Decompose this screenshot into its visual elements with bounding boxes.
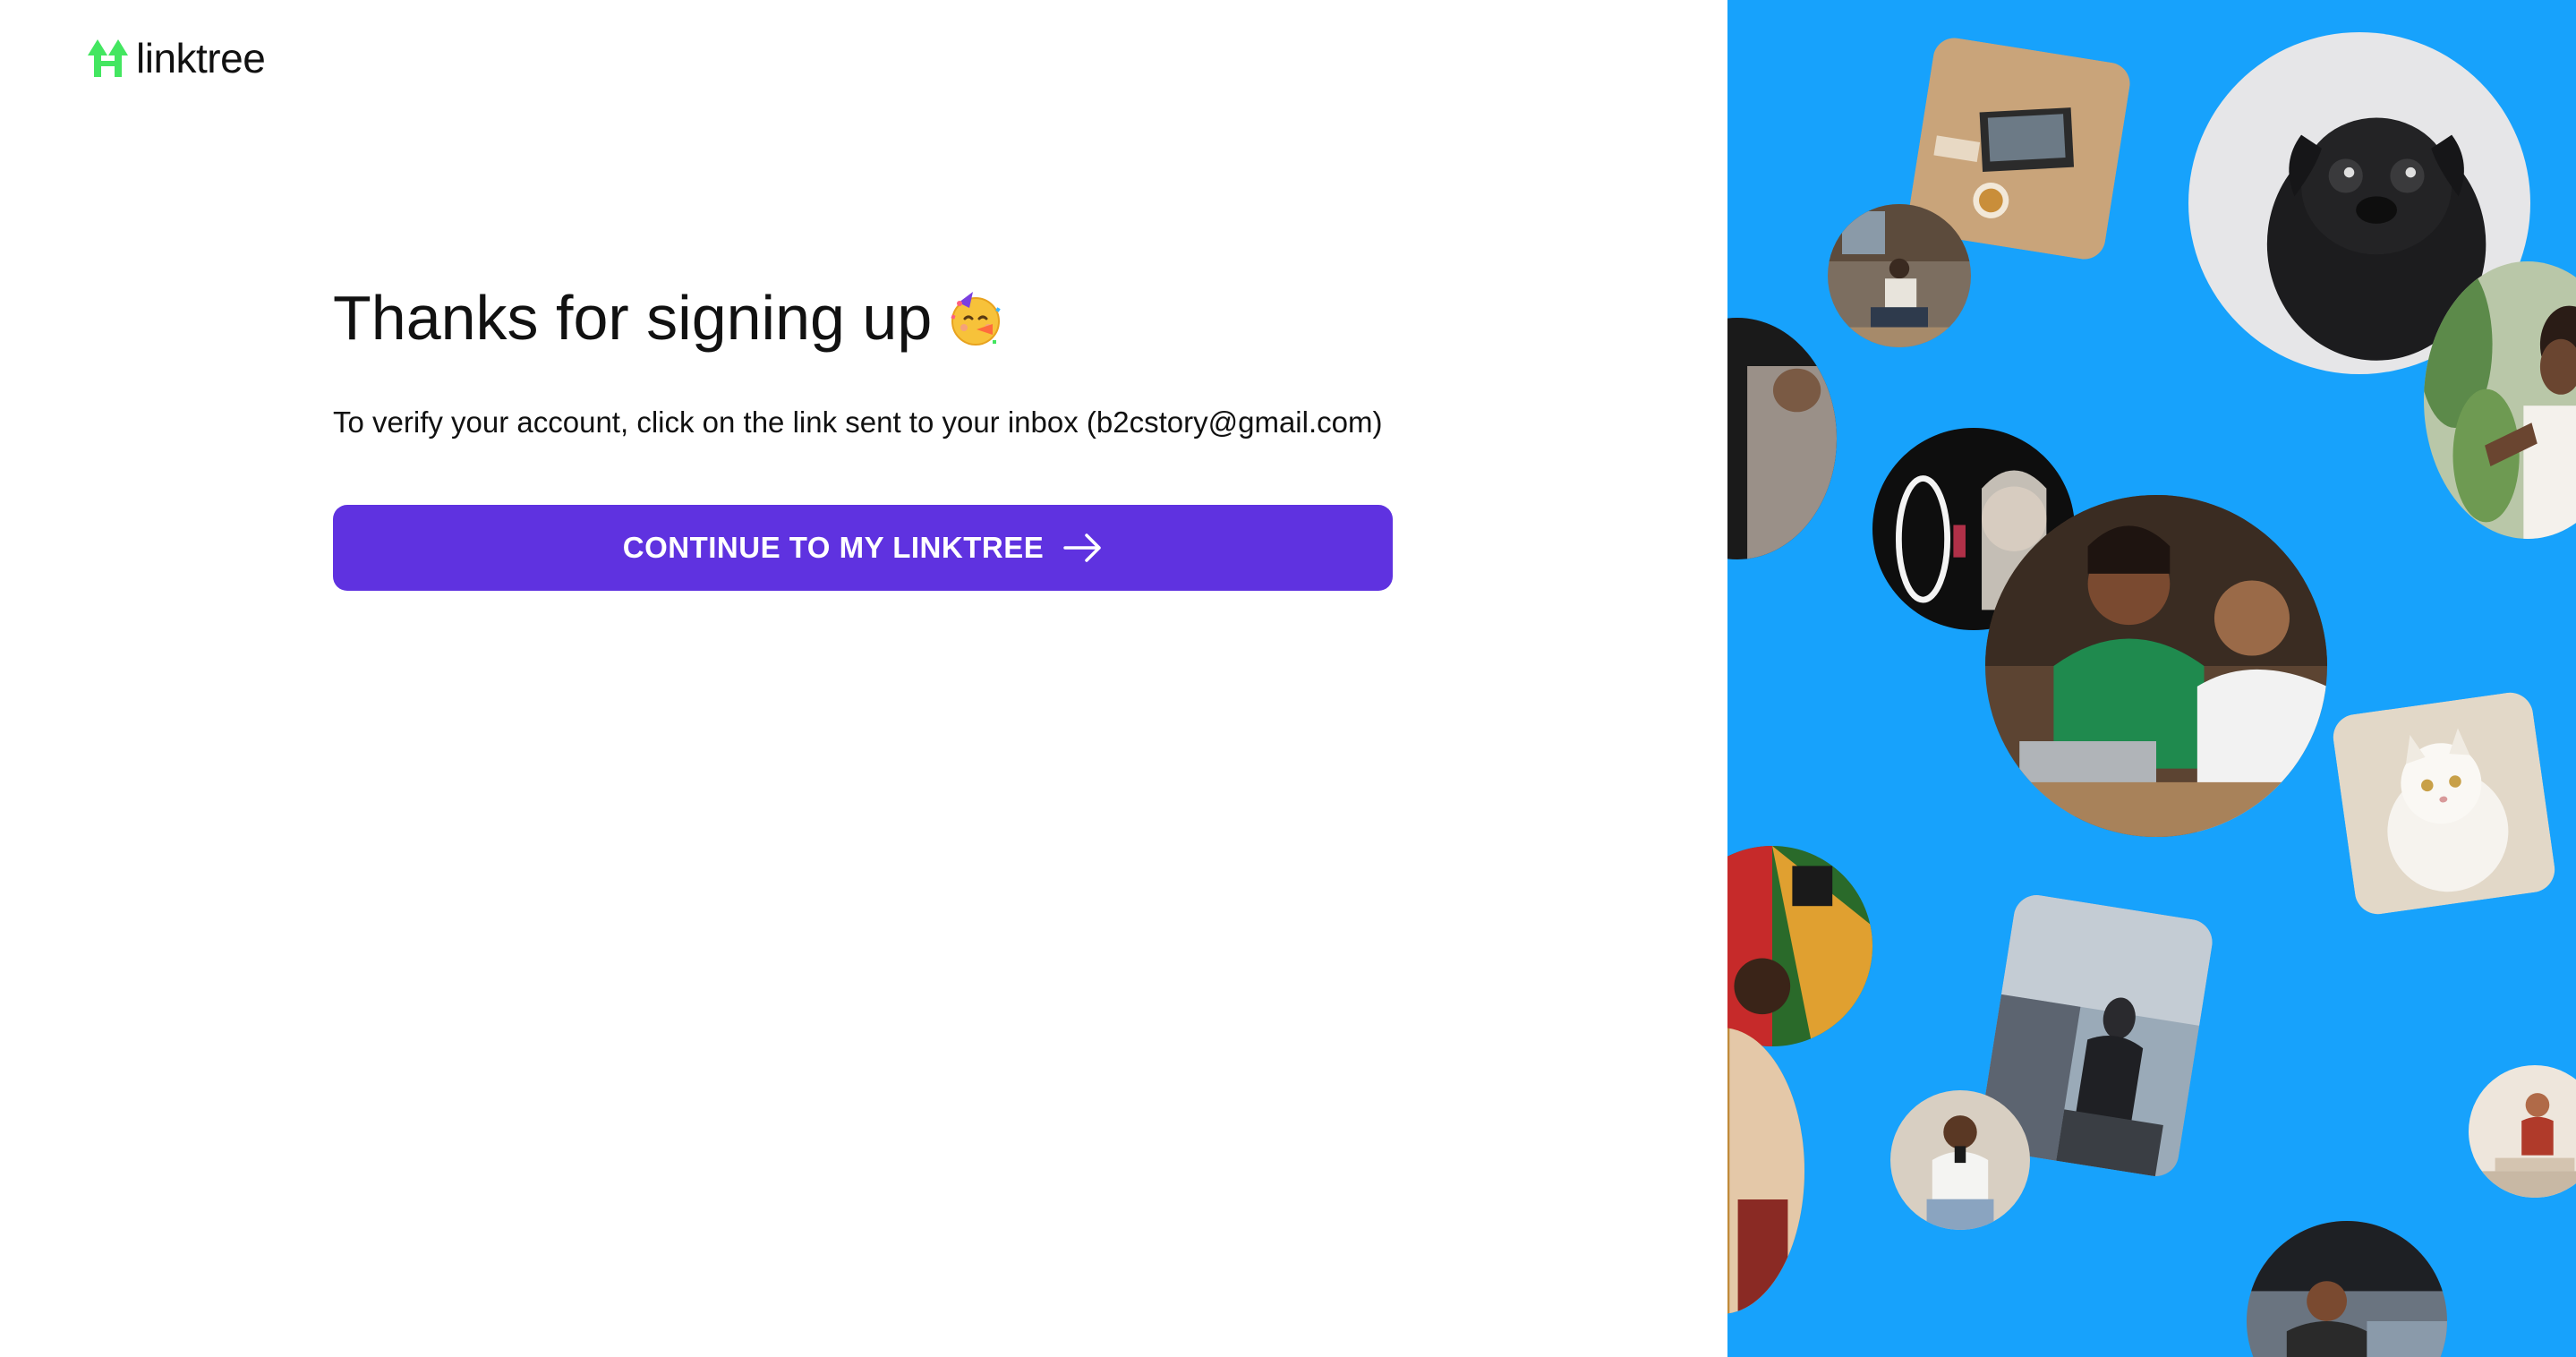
arrow-right-icon <box>1063 533 1101 562</box>
white-cat-photo <box>2330 689 2558 917</box>
partying-face-icon <box>951 292 1002 346</box>
couple-laptop-photo <box>1985 495 2327 837</box>
signup-confirmation-pane: linktree Thanks for signing up To verify… <box>0 0 1727 1357</box>
linktree-logo[interactable]: linktree <box>86 35 266 81</box>
partial-person-photo <box>1727 1028 1804 1314</box>
linktree-tree-icon <box>88 39 128 77</box>
woman-phone-plants-photo <box>2424 261 2576 539</box>
page-title: Thanks for signing up <box>333 277 1005 358</box>
continue-to-linktree-button[interactable]: CONTINUE TO MY LINKTREE <box>333 505 1393 591</box>
partial-portrait-photo <box>1727 318 1837 559</box>
woman-reading-photo <box>1828 204 1971 347</box>
decorative-photo-collage <box>1727 0 2576 1357</box>
continue-button-label: CONTINUE TO MY LINKTREE <box>622 531 1045 564</box>
yoga-woman-photo <box>2469 1065 2576 1198</box>
logo-wordmark: linktree <box>136 35 266 81</box>
street-sitting-photo <box>2247 1221 2447 1357</box>
colorful-fabric-photo <box>1727 846 1872 1046</box>
page-title-text: Thanks for signing up <box>333 283 933 353</box>
man-phone-outdoors-photo <box>1890 1090 2030 1230</box>
verification-message: To verify your account, click on the lin… <box>333 405 1383 439</box>
